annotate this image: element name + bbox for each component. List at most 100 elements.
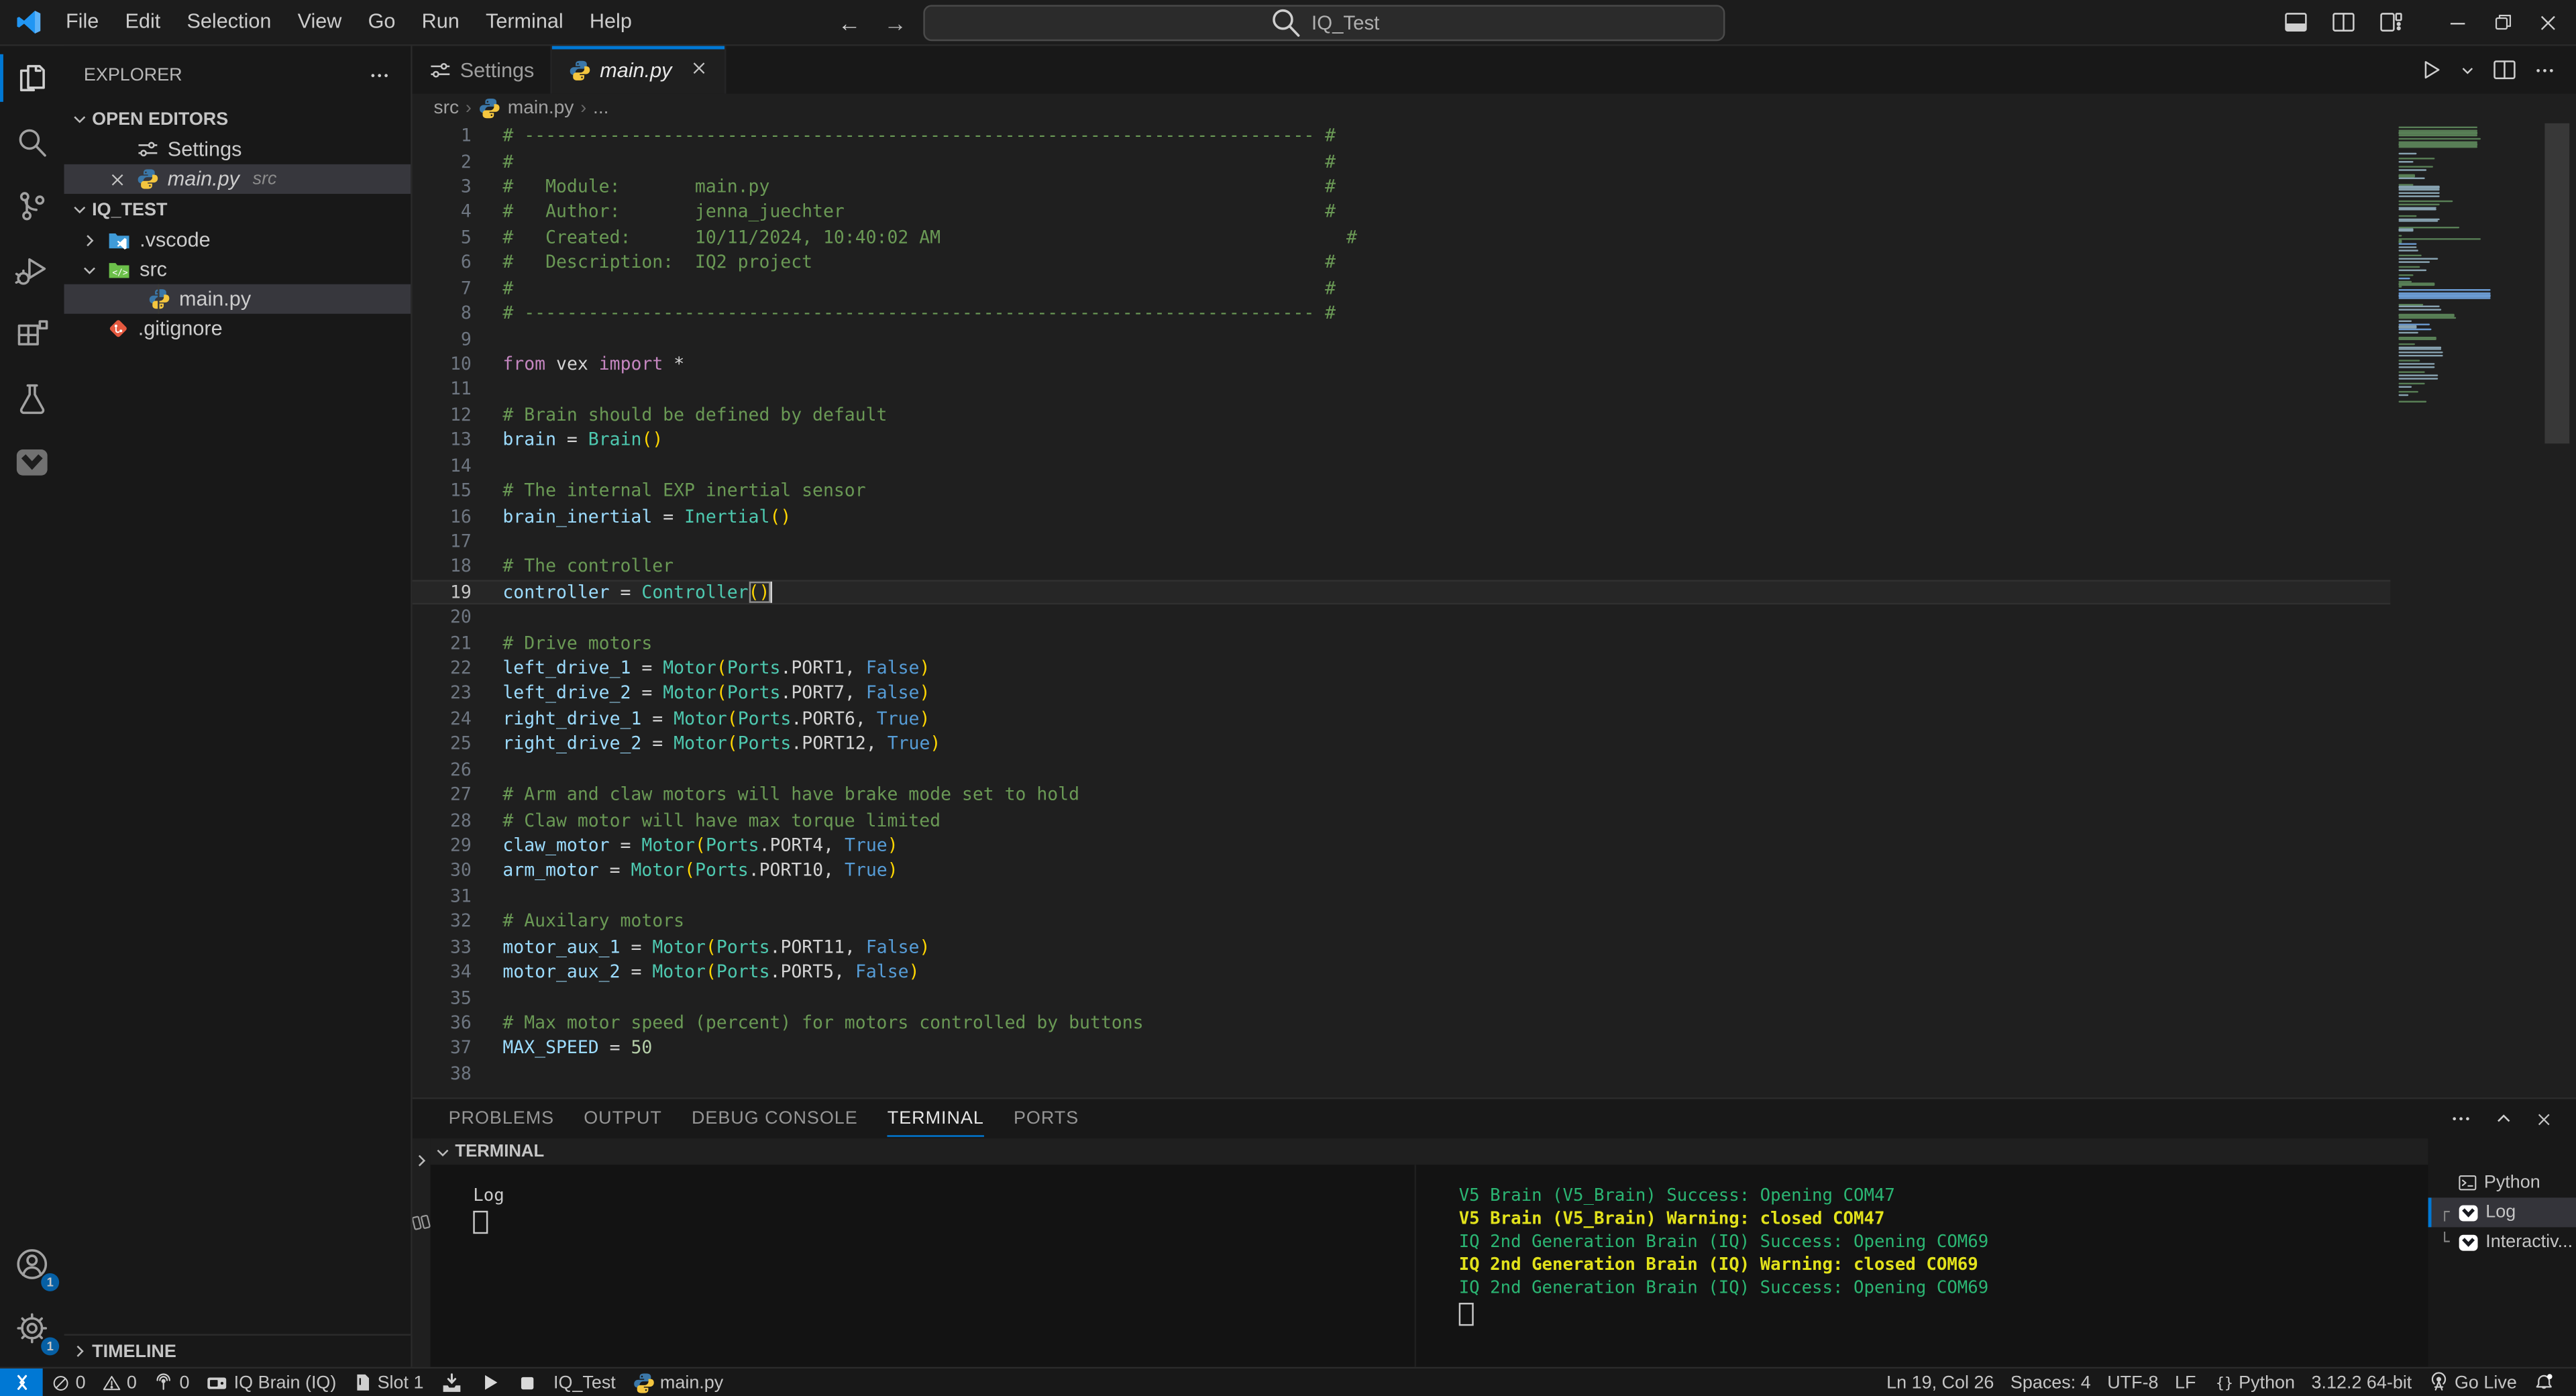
activity-accounts[interactable]: 1	[0, 1232, 64, 1297]
editor-scrollbar[interactable]	[2538, 123, 2576, 1097]
minimap-line	[2399, 346, 2442, 348]
broadcast-icon	[2428, 1372, 2450, 1393]
menu-help[interactable]: Help	[576, 0, 645, 44]
minimap-line	[2399, 189, 2440, 191]
activity-source-control[interactable]	[0, 174, 64, 239]
status-errors[interactable]: 0	[43, 1373, 94, 1392]
minimap[interactable]	[2390, 123, 2538, 403]
panel-tab-output[interactable]: OUTPUT	[571, 1099, 676, 1138]
status-vex-slot[interactable]: Slot 1	[345, 1372, 432, 1393]
status-vex-run[interactable]	[472, 1372, 509, 1393]
minimap-line	[2399, 329, 2432, 331]
chevron-right-icon	[80, 231, 99, 249]
status-remote[interactable]	[0, 1368, 43, 1396]
tree-item-src[interactable]: </>src	[64, 255, 411, 284]
menu-view[interactable]: View	[284, 0, 355, 44]
split-editor-layout-icon[interactable]	[2331, 10, 2356, 35]
split-terminal-icon[interactable]	[411, 1212, 432, 1234]
minimize-icon[interactable]	[2447, 11, 2469, 34]
menu-edit[interactable]: Edit	[112, 0, 174, 44]
chevron-down-sm-icon[interactable]	[2459, 62, 2475, 78]
status-vex-stop[interactable]	[509, 1373, 545, 1392]
code-editor[interactable]: 1# -------------------------------------…	[413, 123, 2576, 1097]
line-number: 11	[413, 378, 472, 400]
status-eol[interactable]: LF	[2167, 1373, 2204, 1392]
status-go-live[interactable]: Go Live	[2420, 1372, 2526, 1393]
editor-scrollbar-slider[interactable]	[2544, 123, 2569, 444]
terminal-group-header[interactable]: TERMINAL	[431, 1138, 2428, 1165]
kebab-icon[interactable]	[2449, 1108, 2472, 1130]
menu-go[interactable]: Go	[355, 0, 409, 44]
line-number: 22	[413, 657, 472, 679]
tab-main-py[interactable]: main.py	[552, 46, 726, 94]
tree-item-main.py[interactable]: main.py	[64, 284, 411, 314]
workspace-root-header[interactable]: IQ_TEST	[64, 194, 411, 225]
status-python-version[interactable]: 3.12.2 64-bit	[2303, 1373, 2420, 1392]
terminal-main: TERMINAL Log V5 Brain (V5_Brain) Success…	[431, 1138, 2428, 1366]
panel-tab-problems[interactable]: PROBLEMS	[435, 1099, 568, 1138]
split-editor-layout-icon[interactable]	[2492, 58, 2517, 83]
activity-extensions[interactable]	[0, 303, 64, 367]
panel-tab-debug-console[interactable]: DEBUG CONSOLE	[678, 1099, 871, 1138]
minimap-line	[2399, 141, 2478, 143]
status-bar-left: 000IQ Brain (IQ)Slot 1IQ_Testmain.py	[0, 1368, 732, 1396]
tree-item-vscode[interactable]: .vscode	[64, 225, 411, 255]
command-center-search[interactable]: IQ_Test	[923, 4, 1725, 40]
code-line-29: 29claw_motor = Motor(Ports.PORT4, True)	[413, 833, 2391, 858]
status-active-file[interactable]: main.py	[624, 1371, 731, 1394]
chevron-right-icon[interactable]	[413, 1152, 431, 1170]
status-encoding[interactable]: UTF-8	[2099, 1373, 2167, 1392]
status-language-mode[interactable]: {}Python	[2204, 1372, 2304, 1393]
toggle-panel-icon[interactable]	[2284, 10, 2308, 35]
menu-selection[interactable]: Selection	[174, 0, 284, 44]
window-close-icon[interactable]	[2536, 11, 2559, 34]
status-cursor-position[interactable]: Ln 19, Col 26	[1878, 1373, 2002, 1392]
back-arrow-icon[interactable]: ←	[831, 9, 867, 35]
activity-vex[interactable]	[0, 431, 64, 495]
terminal-tab-python[interactable]: Python	[2428, 1168, 2576, 1197]
breadcrumb[interactable]: src›main.py›...	[413, 94, 2576, 123]
chevron-up-icon[interactable]	[2494, 1109, 2514, 1128]
tab-close-icon[interactable]	[690, 58, 708, 81]
kebab-icon[interactable]	[2533, 58, 2556, 81]
open-editor-main.py[interactable]: main.pysrc	[64, 164, 411, 194]
open-editors-header[interactable]: OPEN EDITORS	[64, 103, 411, 135]
status-feedback[interactable]: 0	[145, 1372, 198, 1393]
panel-tab-ports[interactable]: PORTS	[1000, 1099, 1091, 1138]
customize-layout-icon[interactable]	[2379, 10, 2404, 35]
activity-run-debug[interactable]	[0, 238, 64, 303]
panel-tab-terminal[interactable]: TERMINAL	[874, 1099, 997, 1138]
tree-item-gitignore[interactable]: .gitignore	[64, 314, 411, 343]
menu-run[interactable]: Run	[409, 0, 472, 44]
close-icon[interactable]	[2535, 1110, 2553, 1128]
activity-settings[interactable]: 1	[0, 1296, 64, 1360]
open-editor-settings[interactable]: Settings	[64, 135, 411, 164]
restore-icon[interactable]	[2492, 11, 2514, 33]
terminal-pane-log[interactable]: Log	[431, 1165, 1416, 1366]
breadcrumb-item[interactable]: ...	[593, 99, 608, 118]
activity-testing[interactable]	[0, 366, 64, 431]
terminal-tab-interactiv[interactable]: └Interactiv...	[2428, 1227, 2576, 1256]
status-indentation[interactable]: Spaces: 4	[2002, 1373, 2099, 1392]
status-vex-download[interactable]	[432, 1371, 472, 1394]
terminal-tab-log[interactable]: ┌Log	[2428, 1197, 2576, 1227]
menu-file[interactable]: File	[52, 0, 112, 44]
status-notifications[interactable]	[2525, 1372, 2563, 1393]
tab-Settings[interactable]: Settings	[413, 46, 553, 94]
activity-explorer[interactable]	[0, 46, 64, 111]
status-project[interactable]: IQ_Test	[545, 1373, 624, 1392]
status-warnings[interactable]: 0	[94, 1373, 145, 1392]
explorer-more-actions-icon[interactable]	[368, 63, 391, 86]
minimap-line	[2399, 289, 2491, 291]
activity-search[interactable]	[0, 110, 64, 174]
breadcrumb-item[interactable]: main.py	[508, 99, 574, 118]
menu-terminal[interactable]: Terminal	[472, 0, 576, 44]
minimap-line	[2399, 195, 2440, 197]
terminal-pane-output[interactable]: V5 Brain (V5_Brain) Success: Opening COM…	[1416, 1165, 2428, 1366]
breadcrumb-item[interactable]: src	[434, 99, 460, 118]
timeline-section[interactable]: TIMELINE	[64, 1334, 411, 1367]
run-icon[interactable]	[2418, 58, 2443, 83]
forward-arrow-icon[interactable]: →	[877, 9, 914, 35]
close-icon[interactable]	[105, 170, 128, 188]
status-vex-device[interactable]: IQ Brain (IQ)	[198, 1371, 345, 1394]
